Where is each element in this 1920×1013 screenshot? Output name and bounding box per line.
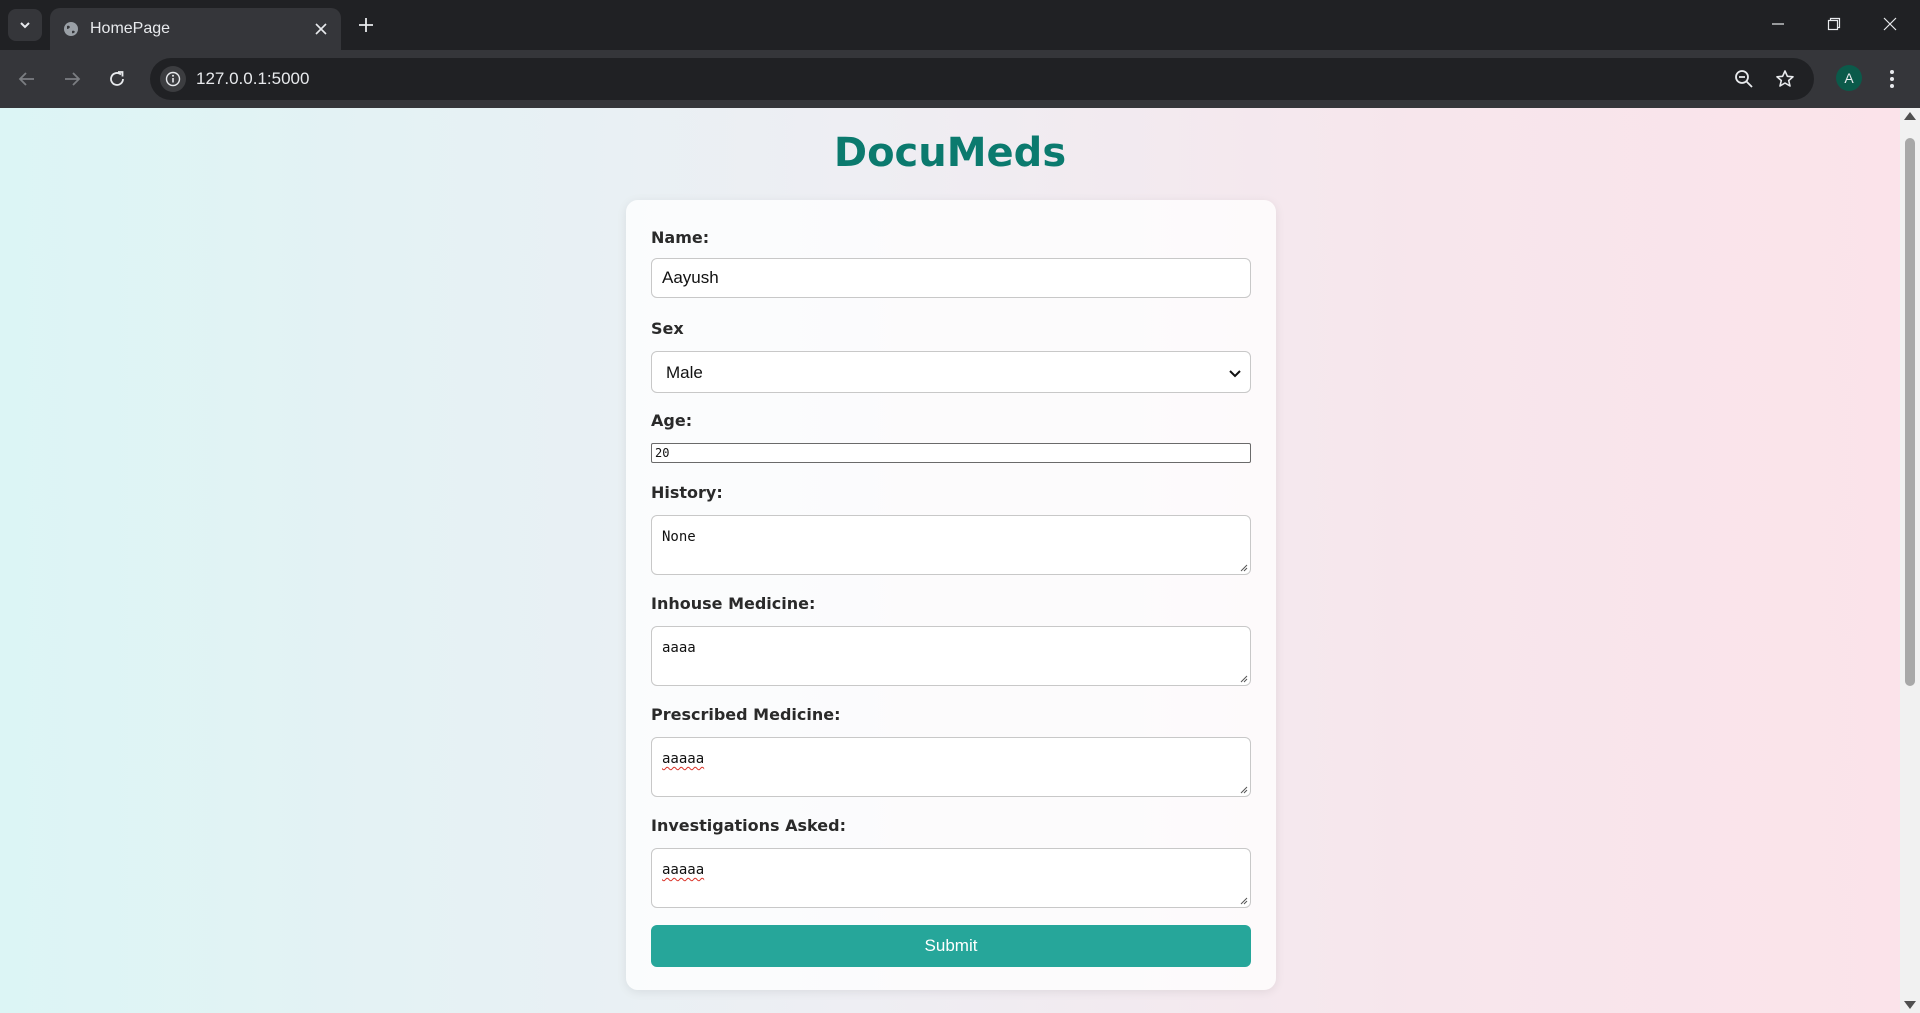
zoom-button[interactable] bbox=[1732, 67, 1756, 91]
close-window-button[interactable] bbox=[1862, 0, 1918, 48]
browser-menu-button[interactable] bbox=[1880, 63, 1904, 95]
investigations-textarea[interactable]: aaaaa bbox=[651, 848, 1251, 908]
chevron-down-icon bbox=[20, 22, 30, 29]
prescribed-medicine-label: Prescribed Medicine: bbox=[651, 705, 841, 724]
page-viewport: DocuMeds Name: Sex Male Age: 20 History:… bbox=[0, 108, 1900, 1013]
tab-close-button[interactable] bbox=[311, 19, 331, 39]
tab-strip: HomePage bbox=[0, 0, 1920, 50]
address-bar[interactable]: 127.0.0.1:5000 bbox=[150, 58, 1814, 100]
restore-button[interactable] bbox=[1806, 0, 1862, 48]
scroll-thumb[interactable] bbox=[1905, 138, 1915, 686]
tab-search-button[interactable] bbox=[8, 9, 42, 41]
age-input[interactable]: 20 bbox=[651, 443, 1251, 463]
bookmark-button[interactable] bbox=[1773, 67, 1797, 91]
patient-form: Name: Sex Male Age: 20 History: None Inh… bbox=[626, 200, 1276, 990]
globe-icon bbox=[64, 22, 78, 36]
name-input[interactable] bbox=[651, 258, 1251, 298]
zoom-out-icon bbox=[1735, 70, 1753, 88]
close-icon bbox=[1883, 17, 1897, 31]
name-label: Name: bbox=[651, 228, 710, 247]
back-button[interactable] bbox=[11, 63, 43, 95]
history-textarea[interactable]: None bbox=[651, 515, 1251, 575]
page-scrollbar[interactable] bbox=[1900, 108, 1920, 1013]
more-vert-icon bbox=[1890, 70, 1894, 88]
resize-grip-icon[interactable] bbox=[1238, 895, 1248, 905]
scroll-up-arrow-icon[interactable] bbox=[1904, 112, 1916, 120]
arrow-right-icon bbox=[65, 72, 81, 86]
arrow-left-icon bbox=[18, 72, 34, 86]
reload-button[interactable] bbox=[101, 63, 133, 95]
inhouse-medicine-textarea[interactable]: aaaa bbox=[651, 626, 1251, 686]
prescribed-medicine-textarea[interactable]: aaaaa bbox=[651, 737, 1251, 797]
prescribed-medicine-text: aaaaa bbox=[662, 751, 705, 767]
profile-avatar[interactable]: A bbox=[1836, 65, 1862, 91]
new-tab-button[interactable] bbox=[352, 11, 380, 39]
age-label: Age: bbox=[651, 411, 693, 430]
sex-label: Sex bbox=[651, 319, 684, 338]
close-icon bbox=[315, 23, 327, 35]
investigations-text: aaaaa bbox=[662, 862, 705, 878]
restore-icon bbox=[1827, 17, 1841, 31]
forward-button[interactable] bbox=[56, 63, 88, 95]
sex-select[interactable]: Male bbox=[651, 351, 1251, 393]
inhouse-medicine-text: aaaa bbox=[662, 640, 696, 656]
resize-grip-icon[interactable] bbox=[1238, 673, 1248, 683]
browser-toolbar: 127.0.0.1:5000 A bbox=[0, 50, 1920, 108]
reload-icon bbox=[110, 71, 124, 86]
resize-grip-icon[interactable] bbox=[1238, 784, 1248, 794]
minimize-button[interactable] bbox=[1750, 0, 1806, 48]
site-info-button[interactable] bbox=[160, 66, 186, 92]
inhouse-medicine-label: Inhouse Medicine: bbox=[651, 594, 816, 613]
scroll-down-arrow-icon[interactable] bbox=[1904, 1001, 1916, 1009]
page-title: DocuMeds bbox=[833, 130, 1067, 176]
minimize-icon bbox=[1772, 23, 1784, 25]
tab-title: HomePage bbox=[90, 20, 171, 37]
history-label: History: bbox=[651, 483, 723, 502]
investigations-label: Investigations Asked: bbox=[651, 816, 846, 835]
resize-grip-icon[interactable] bbox=[1238, 562, 1248, 572]
browser-tab[interactable]: HomePage bbox=[50, 8, 341, 50]
url-text: 127.0.0.1:5000 bbox=[196, 69, 310, 88]
history-text: None bbox=[662, 529, 696, 545]
star-icon bbox=[1776, 70, 1794, 87]
chevron-down-icon bbox=[1229, 370, 1241, 378]
plus-icon bbox=[359, 18, 373, 32]
info-icon bbox=[165, 71, 181, 87]
sex-select-value: Male bbox=[666, 363, 703, 382]
submit-button[interactable]: Submit bbox=[651, 925, 1251, 967]
